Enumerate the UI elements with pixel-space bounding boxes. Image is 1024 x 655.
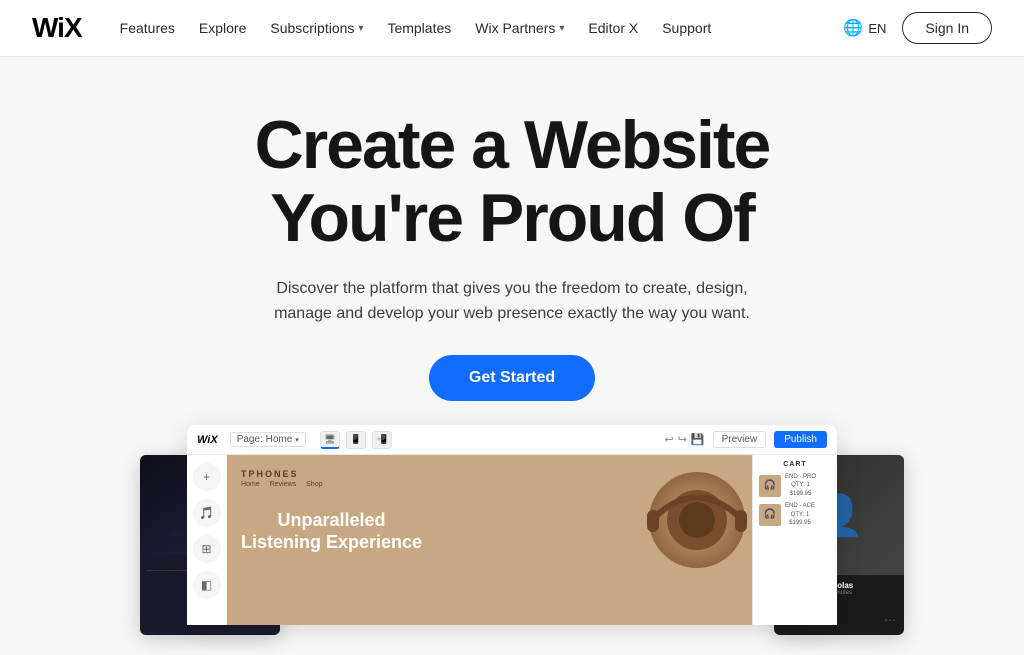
hero-title: Create a Website You're Proud Of xyxy=(20,109,1004,256)
canvas-nav-reviews: Reviews xyxy=(270,481,296,488)
nav-right: 🌐 EN Sign In xyxy=(843,12,992,44)
editor-sidebar: + 🎵 ⊞ ◧ xyxy=(187,455,227,625)
sidebar-media-icon[interactable]: 🎵 xyxy=(193,499,221,527)
cart-item-1-info: END - PRO QTY: 1 $199.95 xyxy=(785,473,816,498)
globe-icon: 🌐 xyxy=(843,18,863,38)
editor-canvas: TPHONES Home Reviews Shop Unparalleled L… xyxy=(227,455,752,625)
mobile-icon[interactable]: 📲 xyxy=(372,431,392,449)
hero-title-line2: You're Proud Of xyxy=(270,180,754,256)
sign-in-button[interactable]: Sign In xyxy=(902,12,992,44)
desktop-icon[interactable]: 🖥 xyxy=(320,431,340,449)
nav-wix-partners[interactable]: Wix Partners ▾ xyxy=(475,20,564,36)
redo-button[interactable]: ↪ xyxy=(678,433,687,446)
editor-wix-logo: WiX xyxy=(197,434,218,446)
editor-page-label[interactable]: Page: Home ▾ xyxy=(230,432,306,447)
language-selector[interactable]: 🌐 EN xyxy=(843,18,886,38)
wix-logo[interactable]: WiX xyxy=(32,12,82,44)
navbar: WiX Features Explore Subscriptions ▾ Tem… xyxy=(0,0,1024,57)
nav-links: Features Explore Subscriptions ▾ Templat… xyxy=(120,20,816,36)
hero-title-line1: Create a Website xyxy=(255,107,770,183)
wix-partners-chevron-icon: ▾ xyxy=(559,23,564,34)
get-started-button[interactable]: Get Started xyxy=(429,355,595,401)
more-options-icon[interactable]: ⋯ xyxy=(884,613,896,627)
nav-explore[interactable]: Explore xyxy=(199,20,246,36)
hero-section: Create a Website You're Proud Of Discove… xyxy=(0,57,1024,655)
sidebar-grid-icon[interactable]: ⊞ xyxy=(193,535,221,563)
cart-title: CART xyxy=(759,461,831,468)
sidebar-add-icon[interactable]: + xyxy=(193,463,221,491)
nav-templates[interactable]: Templates xyxy=(387,20,451,36)
editor-body: + 🎵 ⊞ ◧ TPHONES Home Reviews Shop Unpara… xyxy=(187,455,837,625)
canvas-navigation: Home Reviews Shop xyxy=(241,481,323,488)
tablet-icon[interactable]: 📱 xyxy=(346,431,366,449)
cart-item-1-image: 🎧 xyxy=(759,475,781,497)
editor-device-icons: 🖥 📱 📲 xyxy=(320,431,392,449)
subscriptions-chevron-icon: ▾ xyxy=(358,23,363,34)
sidebar-layers-icon[interactable]: ◧ xyxy=(193,571,221,599)
editor-topbar: WiX Page: Home ▾ 🖥 📱 📲 ↩ ↪ 💾 Preview xyxy=(187,425,837,455)
headphone-image xyxy=(632,465,752,595)
editor-cart-panel: CART 🎧 END - PRO QTY: 1 $199.95 🎧 END - … xyxy=(752,455,837,625)
save-icon[interactable]: 💾 xyxy=(691,433,705,446)
hero-subtitle: Discover the platform that gives you the… xyxy=(272,276,752,327)
preview-section: AO Color Price $199.95 WiX Pag xyxy=(20,425,1004,635)
nav-support[interactable]: Support xyxy=(662,20,711,36)
nav-editor-x[interactable]: Editor X xyxy=(588,20,638,36)
cart-item-1: 🎧 END - PRO QTY: 1 $199.95 xyxy=(759,473,831,498)
nav-subscriptions[interactable]: Subscriptions ▾ xyxy=(270,20,363,36)
preview-button[interactable]: Preview xyxy=(713,431,767,448)
canvas-nav-home: Home xyxy=(241,481,260,488)
undo-redo-buttons: ↩ ↪ 💾 xyxy=(664,433,704,446)
nav-features[interactable]: Features xyxy=(120,20,175,36)
canvas-headline: Unparalleled Listening Experience xyxy=(241,510,422,553)
page-dropdown-icon: ▾ xyxy=(295,436,299,444)
language-label: EN xyxy=(868,21,886,36)
publish-button[interactable]: Publish xyxy=(774,431,827,448)
canvas-nav-shop: Shop xyxy=(306,481,322,488)
undo-button[interactable]: ↩ xyxy=(664,433,673,446)
cart-item-2: 🎧 END - ACE QTY: 1 $199.95 xyxy=(759,502,831,527)
cart-item-2-image: 🎧 xyxy=(759,504,781,526)
editor-preview: WiX Page: Home ▾ 🖥 📱 📲 ↩ ↪ 💾 Preview xyxy=(187,425,837,625)
canvas-brand-label: TPHONES xyxy=(241,469,299,479)
cart-item-2-info: END - ACE QTY: 1 $199.95 xyxy=(785,502,815,527)
